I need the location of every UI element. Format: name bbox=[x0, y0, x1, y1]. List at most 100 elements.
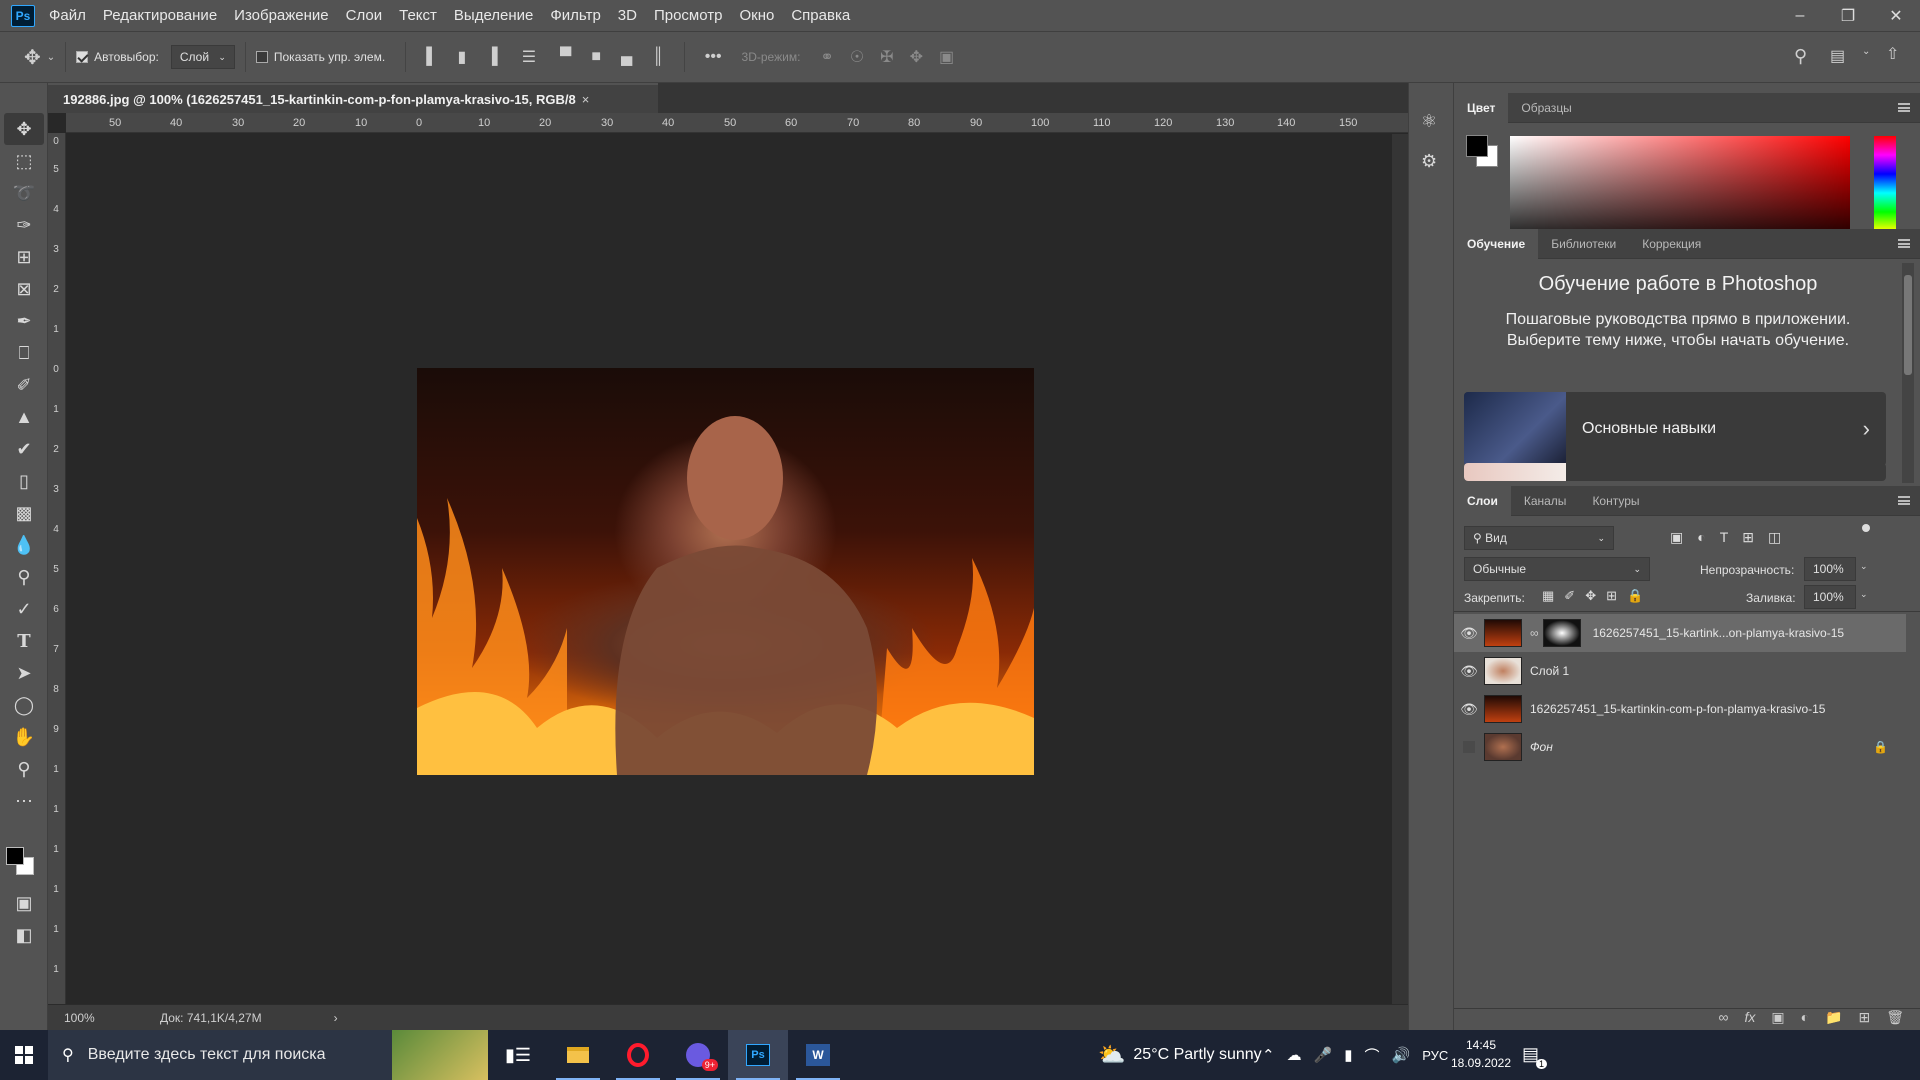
3d-camera-icon[interactable]: ▣ bbox=[939, 47, 954, 67]
learn-card-basics[interactable]: Основные навыки › bbox=[1464, 392, 1886, 466]
lock-transparent-icon[interactable]: ▦ bbox=[1542, 588, 1554, 604]
history-icon[interactable]: ⚛ bbox=[1421, 111, 1437, 132]
document-tab[interactable]: 192886.jpg @ 100% (1626257451_15-kartink… bbox=[48, 83, 658, 113]
menu-file[interactable]: Файл bbox=[49, 7, 86, 24]
search-highlight-image[interactable] bbox=[392, 1030, 488, 1080]
filter-shape-icon[interactable]: ⊞ bbox=[1742, 529, 1754, 546]
windows-start-icon[interactable] bbox=[0, 1030, 48, 1080]
autoselect-checkbox[interactable] bbox=[76, 51, 89, 63]
menu-filter[interactable]: Фильтр bbox=[550, 7, 600, 24]
align-middle-icon[interactable]: ■ bbox=[591, 48, 601, 66]
chevron-right-icon[interactable]: › bbox=[334, 1011, 338, 1025]
menu-edit[interactable]: Редактирование bbox=[103, 7, 217, 24]
panel-menu-icon[interactable] bbox=[1898, 239, 1910, 248]
distribute-vertical-icon[interactable]: ║ bbox=[652, 48, 663, 66]
restore-button[interactable]: ❐ bbox=[1824, 0, 1872, 31]
eye-icon[interactable]: 👁 bbox=[1454, 701, 1484, 718]
weather-widget[interactable]: ⛅ 25°C Partly sunny bbox=[1098, 1030, 1262, 1080]
tab-swatches[interactable]: Образцы bbox=[1508, 93, 1584, 123]
eraser-tool-icon[interactable]: ▯ bbox=[4, 465, 44, 497]
delete-layer-icon[interactable]: 🗑 bbox=[1886, 1009, 1904, 1030]
3d-roll-icon[interactable]: ☉ bbox=[850, 47, 864, 67]
link-icon[interactable]: ∞ bbox=[1530, 626, 1539, 640]
gradient-tool-icon[interactable]: ▩ bbox=[4, 497, 44, 529]
menu-select[interactable]: Выделение bbox=[454, 7, 533, 24]
more-tools-icon[interactable]: ⋯ bbox=[4, 785, 44, 817]
taskbar-search-box[interactable]: ⚲ Введите здесь текст для поиска bbox=[48, 1030, 392, 1080]
workspace-icon[interactable]: ▤ bbox=[1830, 46, 1845, 66]
search-icon[interactable]: ⚲ bbox=[1794, 46, 1807, 67]
panel-menu-icon[interactable] bbox=[1898, 103, 1910, 112]
show-transform-checkbox[interactable] bbox=[255, 51, 268, 63]
volume-icon[interactable]: 🔊 bbox=[1392, 1046, 1411, 1064]
chevron-down-icon[interactable]: ⌄ bbox=[47, 52, 55, 63]
tab-channels[interactable]: Каналы bbox=[1511, 486, 1580, 516]
document-image[interactable] bbox=[417, 368, 1034, 775]
3d-pan-icon[interactable]: ✠ bbox=[880, 47, 893, 67]
lock-artboard-icon[interactable]: ⊞ bbox=[1606, 588, 1617, 604]
dodge-tool-icon[interactable]: ⚲ bbox=[4, 561, 44, 593]
link-layers-icon[interactable]: ∞ bbox=[1718, 1009, 1728, 1030]
align-left-icon[interactable]: ▌ bbox=[426, 48, 437, 66]
filter-adjustment-icon[interactable]: ◐ bbox=[1697, 529, 1705, 546]
align-center-icon[interactable]: ▮ bbox=[458, 47, 467, 67]
system-tray-icon[interactable]: ☁ bbox=[1287, 1046, 1302, 1064]
lock-position-icon[interactable]: ✥ bbox=[1585, 588, 1596, 604]
lasso-tool-icon[interactable]: ➰ bbox=[4, 177, 44, 209]
distribute-icon[interactable]: ☰ bbox=[522, 47, 536, 67]
crop-tool-icon[interactable]: ⊞ bbox=[4, 241, 44, 273]
blend-mode-dropdown[interactable]: Обычные ⌄ bbox=[1464, 557, 1650, 581]
tab-libraries[interactable]: Библиотеки bbox=[1538, 229, 1629, 259]
chevron-up-icon[interactable]: ⌃ bbox=[1262, 1046, 1275, 1064]
menu-type[interactable]: Текст bbox=[399, 7, 437, 24]
new-group-icon[interactable]: 📁 bbox=[1825, 1009, 1842, 1030]
learn-scrollbar[interactable] bbox=[1902, 263, 1914, 483]
tab-color[interactable]: Цвет bbox=[1454, 92, 1509, 123]
close-tab-icon[interactable]: × bbox=[582, 92, 590, 107]
microphone-icon[interactable]: 🎤 bbox=[1314, 1046, 1333, 1064]
share-icon[interactable]: ⇧ bbox=[1886, 44, 1899, 64]
notification-center-icon[interactable]: ▤ 1 bbox=[1522, 1044, 1548, 1069]
opacity-field[interactable]: 100% bbox=[1804, 557, 1856, 581]
quick-select-tool-icon[interactable]: ✑ bbox=[4, 209, 44, 241]
clock[interactable]: 14:45 18.09.2022 bbox=[1450, 1036, 1512, 1072]
menu-view[interactable]: Просмотр bbox=[654, 7, 723, 24]
layer-mask-thumbnail[interactable] bbox=[1542, 619, 1581, 647]
menu-window[interactable]: Окно bbox=[739, 7, 774, 24]
new-layer-icon[interactable]: ⊞ bbox=[1858, 1009, 1870, 1030]
tab-learn[interactable]: Обучение bbox=[1454, 228, 1539, 259]
adjustment-layer-icon[interactable]: ◐ bbox=[1801, 1009, 1809, 1030]
fx-icon[interactable]: fx bbox=[1744, 1009, 1755, 1030]
fill-field[interactable]: 100% bbox=[1804, 585, 1856, 609]
foreground-color-swatch[interactable] bbox=[6, 847, 24, 865]
word-icon[interactable]: W bbox=[788, 1030, 848, 1080]
zoom-tool-icon[interactable]: ⚲ bbox=[4, 753, 44, 785]
chevron-down-icon[interactable]: ⌄ bbox=[1862, 46, 1870, 57]
learn-card-next[interactable] bbox=[1464, 463, 1886, 481]
autoselect-dropdown[interactable]: Слой ⌄ bbox=[170, 45, 235, 69]
menu-help[interactable]: Справка bbox=[791, 7, 850, 24]
layer-name[interactable]: Фон bbox=[1530, 740, 1553, 754]
align-top-icon[interactable]: ▀ bbox=[560, 48, 571, 66]
layer-row[interactable]: 👁 ∞ 1626257451_15-kartink...on-plamya-kr… bbox=[1454, 614, 1906, 652]
task-view-icon[interactable]: ▮☰ bbox=[488, 1030, 548, 1080]
opera-icon[interactable] bbox=[608, 1030, 668, 1080]
layer-name[interactable]: 1626257451_15-kartinkin-com-p-fon-plamya… bbox=[1530, 702, 1825, 716]
layer-name[interactable]: Слой 1 bbox=[1530, 664, 1569, 678]
lock-pixels-icon[interactable]: ✐ bbox=[1564, 588, 1575, 604]
clone-stamp-tool-icon[interactable]: ▲ bbox=[4, 401, 44, 433]
path-selection-tool-icon[interactable]: ➤ bbox=[4, 657, 44, 689]
chevron-down-icon[interactable]: ⌄ bbox=[1860, 589, 1868, 600]
frame-tool-icon[interactable]: ⊠ bbox=[4, 273, 44, 305]
properties-icon[interactable]: ⚙ bbox=[1421, 151, 1437, 172]
battery-icon[interactable]: ▮ bbox=[1344, 1046, 1352, 1064]
language-indicator[interactable]: РУС bbox=[1422, 1048, 1448, 1063]
align-bottom-icon[interactable]: ▄ bbox=[621, 48, 632, 66]
menu-image[interactable]: Изображение bbox=[234, 7, 329, 24]
move-tool-icon[interactable]: ✥ bbox=[4, 113, 44, 145]
layer-row[interactable]: 👁 1626257451_15-kartinkin-com-p-fon-plam… bbox=[1454, 690, 1906, 728]
add-mask-icon[interactable]: ▣ bbox=[1771, 1009, 1784, 1030]
chevron-down-icon[interactable]: ⌄ bbox=[1860, 561, 1868, 572]
fg-color-swatch[interactable] bbox=[1466, 135, 1488, 157]
screen-mode-icon[interactable]: ◧ bbox=[4, 919, 44, 951]
